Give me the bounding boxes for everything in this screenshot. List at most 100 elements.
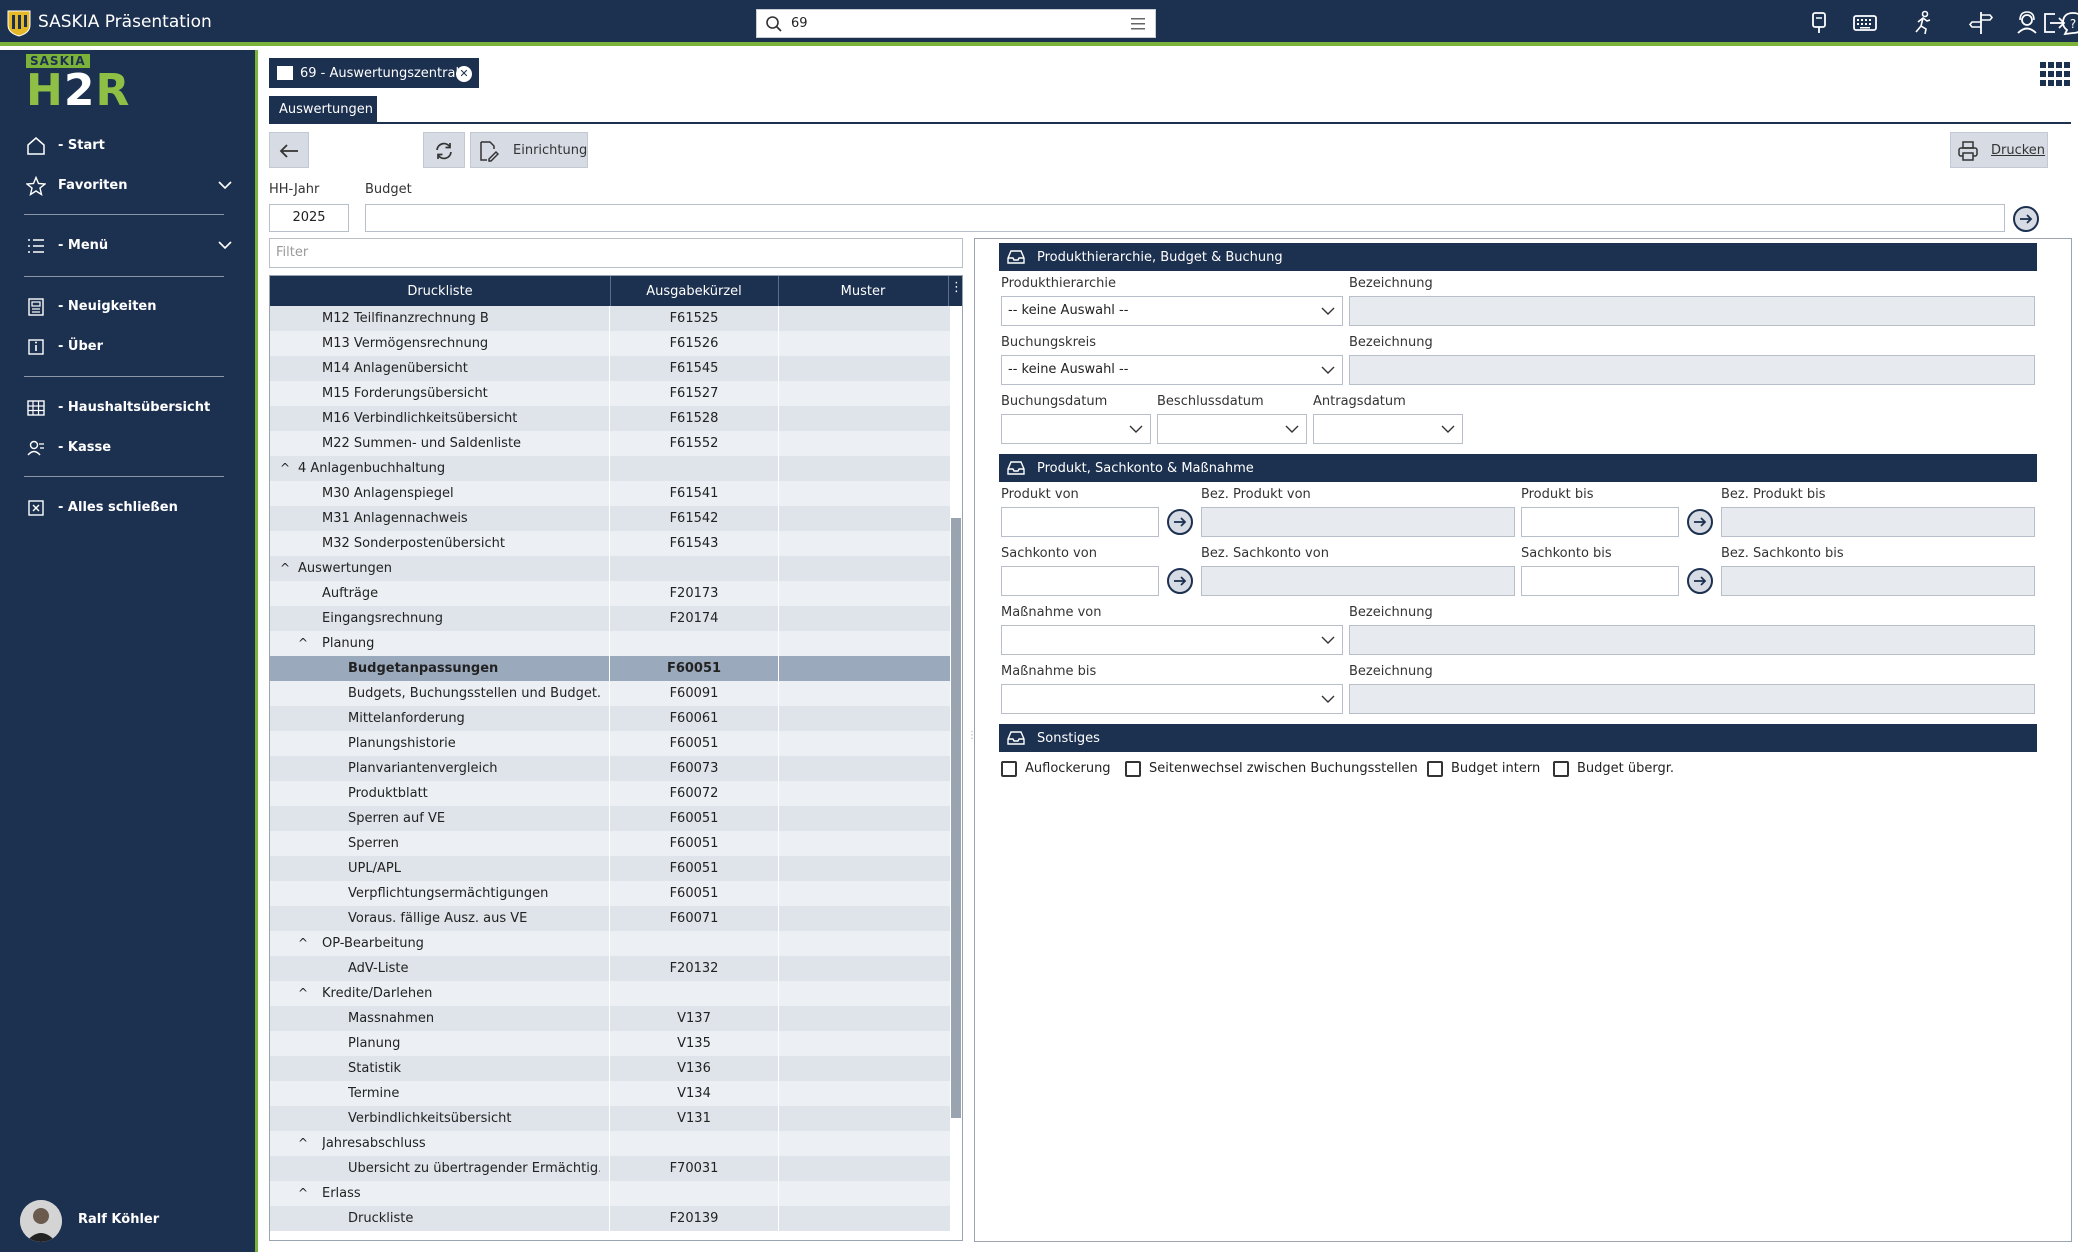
buchungskreis-select[interactable]: -- keine Auswahl -- [1001, 355, 1343, 385]
refresh-button[interactable] [423, 132, 465, 168]
table-row[interactable]: Planung V135 [270, 1031, 950, 1056]
collapse-chevron-icon[interactable]: ^ [280, 561, 290, 575]
table-row[interactable]: Druckliste F20139 [270, 1206, 950, 1231]
table-row[interactable]: Produktblatt F60072 [270, 781, 950, 806]
user-profile[interactable]: Ralf Köhler [20, 1200, 240, 1244]
table-row[interactable]: M14 Anlagenübersicht F61545 [270, 356, 950, 381]
table-row[interactable]: Statistik V136 [270, 1056, 950, 1081]
column-druckliste[interactable]: Druckliste [270, 284, 610, 299]
filter-input[interactable]: Filter [269, 238, 963, 268]
column-muster[interactable]: Muster [778, 284, 948, 299]
massnahme-bis-select[interactable] [1001, 684, 1343, 714]
sidebar-item-alles-schliessen[interactable]: - Alles schließen [24, 494, 234, 522]
chevron-down-icon[interactable] [216, 176, 234, 194]
table-row[interactable]: ^ 4 Anlagenbuchhaltung [270, 456, 950, 481]
table-row[interactable]: Eingangsrechnung F20174 [270, 606, 950, 631]
hh-jahr-input[interactable]: 2025 [269, 204, 349, 232]
collapse-chevron-icon[interactable]: ^ [298, 1186, 308, 1200]
table-row[interactable]: ^ Auswertungen [270, 556, 950, 581]
table-row[interactable]: AdV-Liste F20132 [270, 956, 950, 981]
table-row[interactable]: Verbindlichkeitsübersicht V131 [270, 1106, 950, 1131]
table-row[interactable]: M30 Anlagenspiegel F61541 [270, 481, 950, 506]
collapse-chevron-icon[interactable]: ^ [298, 936, 308, 950]
print-button[interactable]: Drucken [1950, 132, 2048, 168]
scrollbar-thumb[interactable] [951, 518, 961, 1118]
hamburger-icon[interactable] [1131, 18, 1145, 30]
table-row[interactable]: ÜPL/APL F60051 [270, 856, 950, 881]
close-icon[interactable]: ✕ [456, 66, 472, 82]
sidebar-item-haushaltsuebersicht[interactable]: - Haushaltsübersicht [24, 394, 234, 422]
table-row[interactable]: Planvariantenvergleich F60073 [270, 756, 950, 781]
table-row[interactable]: ^ Jahresabschluss [270, 1131, 950, 1156]
logout-icon[interactable] [2038, 8, 2068, 38]
section-header-sonstiges[interactable]: Sonstiges [999, 724, 2037, 752]
table-row[interactable]: Massnahmen V137 [270, 1006, 950, 1031]
produkt-von-go-button[interactable] [1167, 509, 1193, 535]
back-button[interactable] [269, 132, 309, 168]
table-row[interactable]: ^ Planung [270, 631, 950, 656]
table-row[interactable]: M15 Forderungsübersicht F61527 [270, 381, 950, 406]
sidebar-item-favoriten[interactable]: Favoriten [24, 172, 234, 200]
checkbox-budget-intern[interactable] [1427, 761, 1443, 777]
column-menu-icon[interactable]: ⋮ [950, 280, 962, 295]
table-row[interactable]: Voraus. fällige Ausz. aus VE F60071 [270, 906, 950, 931]
table-row[interactable]: M31 Anlagennachweis F61542 [270, 506, 950, 531]
table-row[interactable]: ^ Erlass [270, 1181, 950, 1206]
scrollbar[interactable] [950, 306, 962, 1240]
table-row[interactable]: Übersicht zu übertragender Ermächtig... F… [270, 1156, 950, 1181]
sidebar-item-neuigkeiten[interactable]: - Neuigkeiten [24, 293, 234, 321]
table-row[interactable]: Verpflichtungsermächtigungen F60051 [270, 881, 950, 906]
sidebar-item-menu[interactable]: - Menü [24, 232, 234, 260]
table-row[interactable]: Sperren auf VE F60051 [270, 806, 950, 831]
produkt-von-input[interactable] [1001, 507, 1159, 537]
sachkonto-bis-go-button[interactable] [1687, 568, 1713, 594]
splitter-handle[interactable]: ⋮⋮ [967, 730, 987, 750]
table-row[interactable]: M13 Vermögensrechnung F61526 [270, 331, 950, 356]
checkbox-seitenwechsel[interactable] [1125, 761, 1141, 777]
table-row[interactable]: Sperren F60051 [270, 831, 950, 856]
collapse-chevron-icon[interactable]: ^ [298, 1136, 308, 1150]
collapse-chevron-icon[interactable]: ^ [298, 636, 308, 650]
collapse-chevron-icon[interactable]: ^ [280, 461, 290, 475]
user-run-icon[interactable] [1908, 8, 1938, 38]
apps-grid-icon[interactable] [2040, 62, 2070, 86]
table-row[interactable]: Mittelanforderung F60061 [270, 706, 950, 731]
table-row[interactable]: Budgetanpassungen F60051 [270, 656, 950, 681]
chevron-down-icon[interactable] [216, 236, 234, 254]
beschlussdatum-picker[interactable] [1157, 414, 1307, 444]
produkthierarchie-select[interactable]: -- keine Auswahl -- [1001, 296, 1343, 326]
sachkonto-bis-input[interactable] [1521, 566, 1679, 596]
buchungsdatum-picker[interactable] [1001, 414, 1151, 444]
section-header-produkthierarchie[interactable]: Produkthierarchie, Budget & Buchung [999, 243, 2037, 271]
search-input[interactable]: 69 [791, 16, 808, 31]
table-row[interactable]: ^ Kredite/Darlehen [270, 981, 950, 1006]
column-ausgabekuerzel[interactable]: Ausgabekürzel [610, 284, 778, 299]
table-row[interactable]: Aufträge F20173 [270, 581, 950, 606]
sidebar-item-ueber[interactable]: - Über [24, 333, 234, 361]
tab-auswertungszentrale[interactable]: 69 - Auswertungszentrale ✕ [269, 58, 479, 88]
budget-go-button[interactable] [2013, 206, 2039, 232]
search-box[interactable]: 69 [756, 9, 1156, 38]
section-header-produkt-sachkonto[interactable]: Produkt, Sachkonto & Maßnahme [999, 454, 2037, 482]
dashboard-icon[interactable] [1804, 8, 1834, 38]
tab-auswertungen[interactable]: Auswertungen [269, 96, 377, 124]
massnahme-von-select[interactable] [1001, 625, 1343, 655]
sachkonto-von-go-button[interactable] [1167, 568, 1193, 594]
table-row[interactable]: Budgets, Buchungsstellen und Budget... F6… [270, 681, 950, 706]
produkt-bis-go-button[interactable] [1687, 509, 1713, 535]
collapse-chevron-icon[interactable]: ^ [298, 986, 308, 1000]
table-row[interactable]: M22 Summen- und Saldenliste F61552 [270, 431, 950, 456]
keyboard-icon[interactable] [1850, 8, 1880, 38]
sidebar-item-kasse[interactable]: - Kasse [24, 434, 234, 462]
sachkonto-von-input[interactable] [1001, 566, 1159, 596]
antragsdatum-picker[interactable] [1313, 414, 1463, 444]
checkbox-budget-uebergr[interactable] [1553, 761, 1569, 777]
signpost-icon[interactable] [1966, 8, 1996, 38]
table-row[interactable]: Termine V134 [270, 1081, 950, 1106]
budget-input[interactable] [365, 204, 2005, 232]
checkbox-auflockerung[interactable] [1001, 761, 1017, 777]
table-row[interactable]: M16 Verbindlichkeitsübersicht F61528 [270, 406, 950, 431]
avatar[interactable] [20, 1200, 62, 1242]
table-row[interactable]: ^ OP-Bearbeitung [270, 931, 950, 956]
produkt-bis-input[interactable] [1521, 507, 1679, 537]
